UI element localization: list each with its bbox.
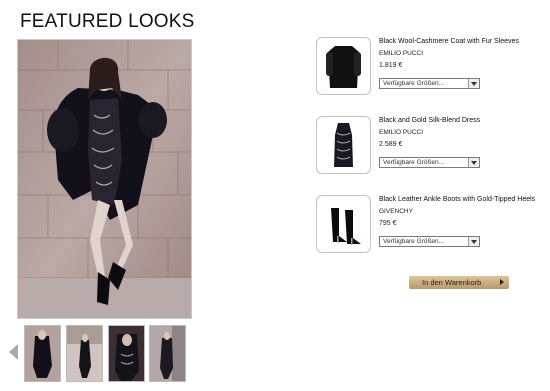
product-brand: EMILIO PUCCI — [379, 50, 424, 57]
look-thumbnail-4[interactable] — [149, 325, 186, 382]
product-image-boots[interactable] — [316, 195, 371, 253]
hero-look-image — [17, 39, 192, 319]
size-select-value: Verfügbare Größen... — [383, 159, 445, 166]
size-select-value: Verfügbare Größen... — [383, 80, 445, 87]
add-to-cart-button[interactable]: In den Warenkorb — [409, 276, 509, 289]
size-select-value: Verfügbare Größen... — [383, 238, 445, 245]
right-arrow-icon — [500, 279, 504, 285]
product-image-coat[interactable] — [316, 37, 371, 95]
dropdown-arrow-icon[interactable] — [468, 237, 479, 246]
product-price: 1.819 € — [379, 62, 403, 69]
product-brand: EMILIO PUCCI — [379, 129, 424, 136]
look-thumbnail-1[interactable] — [24, 325, 61, 382]
product-price: 795 € — [379, 220, 397, 227]
product-name[interactable]: Black Leather Ankle Boots with Gold-Tipp… — [379, 196, 535, 203]
add-to-cart-label: In den Warenkorb — [422, 278, 482, 287]
dropdown-arrow-icon[interactable] — [468, 79, 479, 88]
prev-look-arrow-icon[interactable] — [9, 344, 18, 360]
product-brand: GIVENCHY — [379, 208, 413, 215]
product-image-dress[interactable] — [316, 116, 371, 174]
dropdown-arrow-icon[interactable] — [468, 158, 479, 167]
product-name[interactable]: Black Wool-Cashmere Coat with Fur Sleeve… — [379, 38, 519, 45]
size-select[interactable]: Verfügbare Größen... — [379, 236, 480, 247]
look-thumbnail-2[interactable] — [66, 325, 103, 382]
look-thumbnail-3[interactable] — [108, 325, 145, 382]
product-name[interactable]: Black and Gold Silk-Blend Dress — [379, 117, 480, 124]
page-title: FEATURED LOOKS — [20, 11, 195, 32]
size-select[interactable]: Verfügbare Größen... — [379, 157, 480, 168]
product-price: 2.589 € — [379, 141, 403, 148]
size-select[interactable]: Verfügbare Größen... — [379, 78, 480, 89]
